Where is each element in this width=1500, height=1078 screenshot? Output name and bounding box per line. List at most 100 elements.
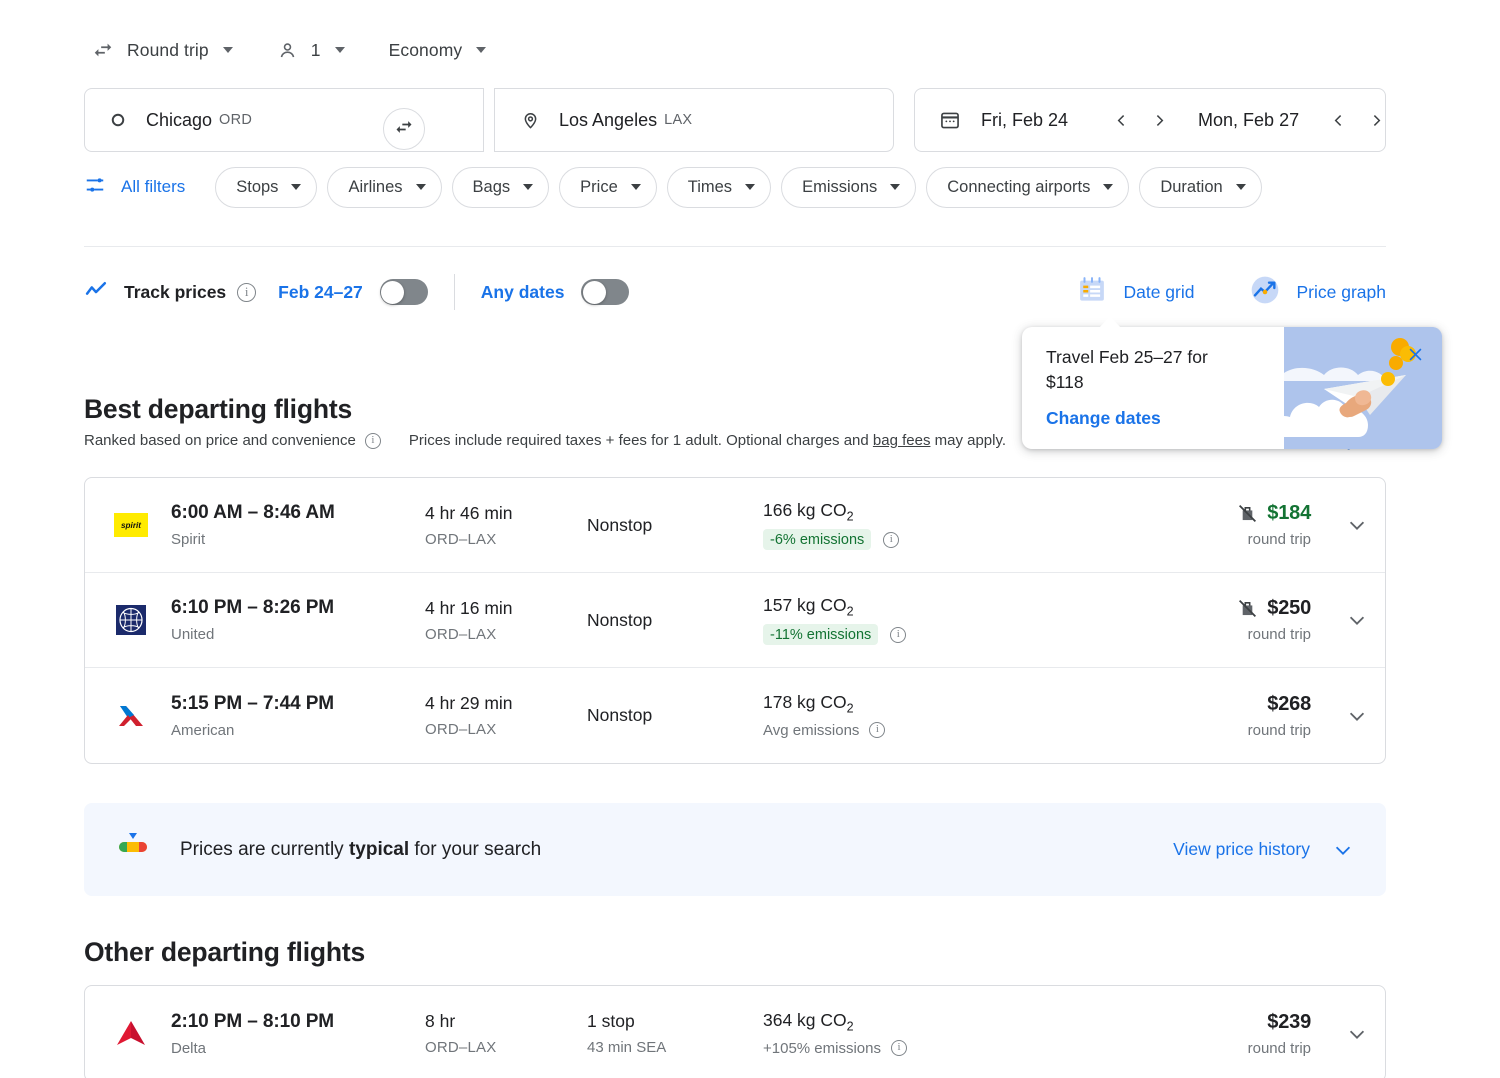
depart-next-day-button[interactable] [1142, 103, 1176, 137]
destination-input[interactable]: Los Angeles LAX [494, 88, 894, 152]
flight-price-col: $184 round trip [1063, 502, 1329, 548]
flight-price-col: $268 round trip [1063, 693, 1329, 739]
flight-times: 6:00 AM – 8:46 AM [171, 502, 425, 524]
filter-chip-airlines[interactable]: Airlines [327, 167, 441, 208]
best-flights-subline: Ranked based on price and convenience i … [84, 432, 1006, 449]
filter-chip-connecting-airports[interactable]: Connecting airports [926, 167, 1129, 208]
flight-route: ORD–LAX [425, 626, 587, 643]
chevron-down-icon [416, 184, 426, 190]
toggle-knob [381, 281, 404, 304]
flight-time-col: 5:15 PM – 7:44 PM American [171, 693, 425, 739]
origin-code: ORD [219, 112, 252, 128]
date-grid-icon [1077, 275, 1107, 310]
trip-options-bar: Round trip 1 Economy [84, 32, 494, 68]
price-note-after: may apply. [930, 432, 1006, 449]
info-icon[interactable]: i [883, 532, 899, 548]
chevron-down-icon [1236, 184, 1246, 190]
passenger-count-label: 1 [311, 40, 321, 61]
track-date-range-label: Feb 24–27 [278, 282, 363, 303]
filter-chip-duration[interactable]: Duration [1139, 167, 1261, 208]
flight-co2: 178 kg CO2 [763, 692, 1063, 716]
flight-duration-col: 4 hr 29 min ORD–LAX [425, 693, 587, 738]
flight-price: $268 [1267, 693, 1311, 716]
origin-input[interactable]: Chicago ORD [84, 88, 484, 152]
chip-label: Airlines [348, 178, 402, 197]
bag-fees-link[interactable]: bag fees [873, 432, 931, 449]
expand-flight-button[interactable] [1329, 1023, 1385, 1045]
flight-price: $184 [1267, 502, 1311, 525]
chip-label: Stops [236, 178, 278, 197]
best-flights-list: spirit 6:00 AM – 8:46 AM Spirit 4 hr 46 … [84, 477, 1386, 764]
chevron-down-icon [890, 184, 900, 190]
flight-emissions-col: 178 kg CO2 Avg emissions i [763, 692, 1063, 739]
person-icon [277, 40, 298, 61]
flight-row[interactable]: 6:10 PM – 8:26 PM United 4 hr 16 min ORD… [85, 573, 1385, 668]
flight-emissions-col: 364 kg CO2 +105% emissions i [763, 1010, 1063, 1057]
chevron-down-icon [335, 47, 345, 53]
price-line: $184 [1237, 502, 1311, 525]
change-dates-link[interactable]: Change dates [1046, 408, 1286, 429]
flight-duration: 4 hr 46 min [425, 503, 587, 524]
chevron-down-icon [523, 184, 533, 190]
emissions-badge-row: Avg emissions i [763, 722, 1063, 739]
expand-flight-button[interactable] [1329, 705, 1385, 727]
track-prices-toggle[interactable] [380, 279, 428, 305]
date-range-field[interactable]: Fri, Feb 24 Mon, Feb 27 [914, 88, 1386, 152]
popup-content: Travel Feb 25–27 for $118 Change dates [1046, 345, 1286, 429]
origin-city: Chicago [146, 110, 212, 131]
co2-subscript: 2 [847, 702, 854, 716]
flight-stops-col: 1 stop 43 min SEA [587, 1011, 763, 1056]
flight-duration: 8 hr [425, 1011, 587, 1032]
view-price-history-link[interactable]: View price history [1173, 839, 1310, 860]
flight-row[interactable]: 5:15 PM – 7:44 PM American 4 hr 29 min O… [85, 668, 1385, 763]
american-logo [113, 698, 149, 734]
filter-chip-price[interactable]: Price [559, 167, 657, 208]
flight-time-col: 6:10 PM – 8:26 PM United [171, 597, 425, 643]
depart-prev-day-button[interactable] [1104, 103, 1138, 137]
expand-flight-button[interactable] [1329, 609, 1385, 631]
expand-flight-button[interactable] [1329, 514, 1385, 536]
return-next-day-button[interactable] [1359, 103, 1393, 137]
flight-duration: 4 hr 16 min [425, 598, 587, 619]
flight-price: $239 [1267, 1011, 1311, 1034]
flight-co2: 157 kg CO2 [763, 595, 1063, 619]
all-filters-button[interactable]: All filters [84, 166, 195, 208]
all-filters-label: All filters [121, 177, 185, 197]
destination-code: LAX [664, 112, 692, 128]
price-graph-icon [1249, 274, 1281, 311]
filter-chip-stops[interactable]: Stops [215, 167, 317, 208]
filter-chip-bags[interactable]: Bags [452, 167, 550, 208]
flight-co2: 364 kg CO2 [763, 1010, 1063, 1034]
emissions-text: +105% emissions [763, 1040, 881, 1057]
flight-row[interactable]: 2:10 PM – 8:10 PM Delta 8 hr ORD–LAX 1 s… [85, 986, 1385, 1078]
swap-locations-button[interactable] [383, 108, 425, 150]
filter-chip-emissions[interactable]: Emissions [781, 167, 916, 208]
passenger-selector[interactable]: 1 [269, 32, 353, 68]
co2-subscript: 2 [847, 604, 854, 618]
chevron-down-icon [223, 47, 233, 53]
info-icon[interactable]: i [365, 433, 381, 449]
return-date-segment[interactable]: Mon, Feb 27 [1198, 89, 1393, 151]
flight-row[interactable]: spirit 6:00 AM – 8:46 AM Spirit 4 hr 46 … [85, 478, 1385, 573]
price-graph-button[interactable]: Price graph [1233, 268, 1403, 316]
flight-times: 6:10 PM – 8:26 PM [171, 597, 425, 619]
flight-duration-col: 4 hr 16 min ORD–LAX [425, 598, 587, 643]
trip-type-selector[interactable]: Round trip [84, 32, 241, 68]
any-dates-toggle[interactable] [581, 279, 629, 305]
chip-label: Bags [473, 178, 511, 197]
return-prev-day-button[interactable] [1321, 103, 1355, 137]
info-icon[interactable]: i [869, 722, 885, 738]
depart-date-segment[interactable]: Fri, Feb 24 [981, 89, 1176, 151]
info-icon[interactable]: i [891, 1040, 907, 1056]
close-icon[interactable] [1402, 341, 1428, 367]
filter-chip-times[interactable]: Times [667, 167, 771, 208]
info-icon[interactable]: i [237, 283, 256, 302]
flight-co2: 166 kg CO2 [763, 500, 1063, 524]
price-note: round trip [1248, 722, 1311, 739]
cabin-class-selector[interactable]: Economy [381, 32, 495, 68]
date-grid-button[interactable]: Date grid [1061, 268, 1210, 316]
no-checked-bag-icon [1237, 598, 1258, 619]
expand-price-history-button[interactable] [1332, 839, 1354, 861]
price-line: $239 [1267, 1011, 1311, 1034]
info-icon[interactable]: i [890, 627, 906, 643]
